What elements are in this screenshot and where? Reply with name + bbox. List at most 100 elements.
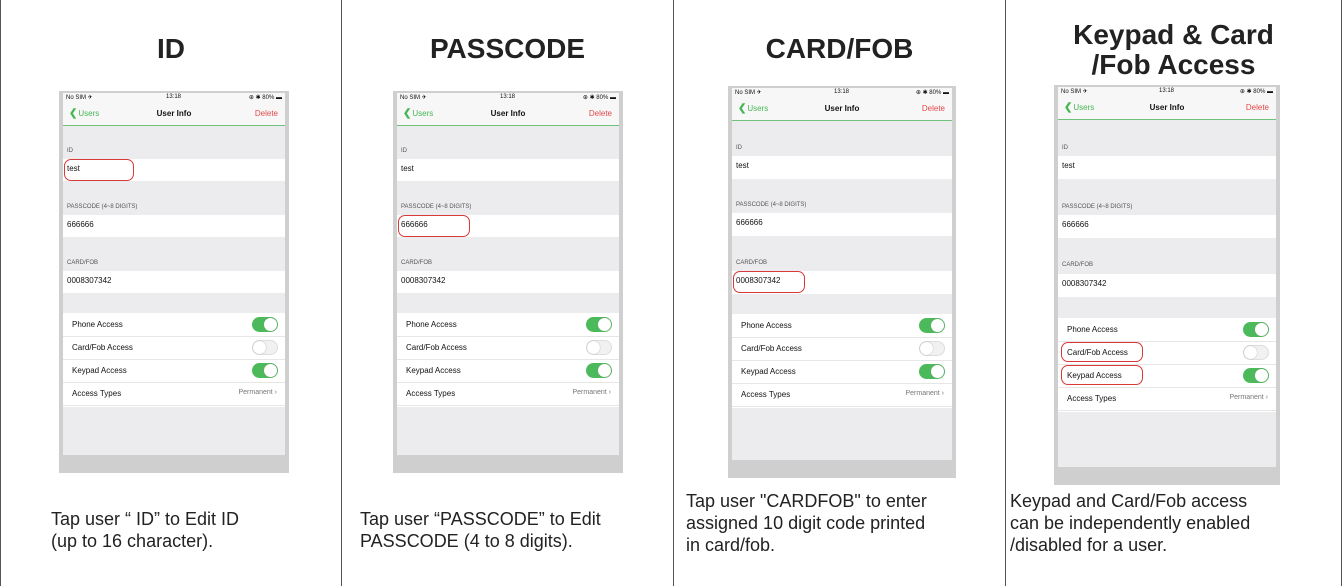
access-settings: Phone Access Card/Fob Access Keypad Access… — [63, 313, 285, 407]
phone-access-toggle[interactable] — [919, 318, 945, 333]
card-fob-access-toggle[interactable] — [1243, 345, 1269, 360]
access-settings: Phone Access Card/Fob Access Keypad Access… — [732, 314, 952, 408]
passcode-field[interactable]: 666666 — [732, 213, 952, 236]
id-header: ID — [401, 148, 407, 154]
phone-access-label: Phone Access — [1067, 325, 1118, 334]
delete-button[interactable]: Delete — [589, 109, 612, 118]
phone-screenshot: No SIM ✈ 13:18 ⊕ ✱ 80% ▬ ❮Users User Info Del… — [1058, 87, 1276, 467]
access-types-row[interactable]: Access Types Permanent › — [732, 383, 952, 407]
card-fob-access-toggle[interactable] — [919, 341, 945, 356]
access-types-value: Permanent › — [238, 389, 277, 396]
card-field[interactable]: 0008307342 — [1058, 274, 1276, 297]
panel-3: CARD/FOB No SIM ✈ 13:18 ⊕ ✱ 80% ▬ ❮Users User… — [674, 0, 1006, 586]
panel-1: ID No SIM ✈ 13:18 ⊕ ✱ 80% ▬ ❮Users User Info D… — [0, 0, 342, 586]
passcode-header: PASSCODE (4~8 DIGITS) — [1062, 204, 1133, 210]
nav-title: User Info — [1149, 103, 1185, 112]
access-types-label: Access Types — [1067, 394, 1117, 403]
permanent-label: Permanent — [905, 390, 940, 397]
card-value: 0008307342 — [401, 276, 446, 285]
toggle-knob — [931, 319, 944, 332]
id-header: ID — [67, 148, 73, 154]
phone-access-toggle[interactable] — [586, 317, 612, 332]
access-types-row[interactable]: Access Types Permanent › — [397, 382, 619, 406]
id-field[interactable]: test — [732, 156, 952, 179]
card-fob-access-row[interactable]: Card/Fob Access — [63, 336, 285, 360]
keypad-access-row[interactable]: Keypad Access — [397, 359, 619, 383]
id-field[interactable]: test — [397, 159, 619, 181]
passcode-field[interactable]: 666666 — [1058, 215, 1276, 238]
phone-access-toggle[interactable] — [252, 317, 278, 332]
card-header: CARD/FOB — [736, 260, 768, 266]
nav-bar: ❮Users User Info Delete — [1058, 97, 1276, 120]
passcode-header: PASSCODE (4~8 DIGITS) — [736, 202, 807, 208]
phone-access-row[interactable]: Phone Access — [63, 313, 285, 337]
access-types-row[interactable]: Access Types Permanent › — [63, 382, 285, 406]
battery-indicator: ⊕ ✱ 80% ▬ — [1239, 89, 1273, 95]
status-time: 13:18 — [834, 89, 850, 95]
access-types-label: Access Types — [741, 390, 791, 399]
panel-caption: Tap user “ ID” to Edit ID (up to 16 char… — [51, 509, 240, 551]
card-header: CARD/FOB — [1062, 262, 1094, 268]
card-fob-access-label: Card/Fob Access — [72, 343, 133, 352]
phone-access-row[interactable]: Phone Access — [1058, 318, 1276, 342]
highlight-outline — [398, 215, 470, 237]
card-fob-access-label: Card/Fob Access — [741, 344, 802, 353]
passcode-field[interactable]: 666666 — [63, 215, 285, 237]
keypad-access-toggle[interactable] — [1243, 368, 1269, 383]
keypad-access-toggle[interactable] — [919, 364, 945, 379]
chevron-right-icon: › — [606, 389, 611, 396]
keypad-access-toggle[interactable] — [252, 363, 278, 378]
card-fob-access-toggle[interactable] — [252, 340, 278, 355]
delete-button[interactable]: Delete — [922, 104, 945, 113]
battery-indicator: ⊕ ✱ 80% ▬ — [915, 90, 949, 96]
keypad-access-label: Keypad Access — [406, 366, 461, 375]
passcode-value: 666666 — [67, 220, 94, 229]
phone-screenshot: No SIM ✈ 13:18 ⊕ ✱ 80% ▬ ❮Users User Info Del… — [397, 93, 619, 455]
panel-caption: Tap user “PASSCODE” to Edit PASSCODE (4 … — [360, 509, 601, 551]
keypad-access-row[interactable]: Keypad Access — [63, 359, 285, 383]
phone-access-toggle[interactable] — [1243, 322, 1269, 337]
highlight-outline — [64, 159, 134, 181]
id-header: ID — [736, 145, 742, 151]
chevron-right-icon: › — [1263, 394, 1268, 401]
battery-indicator: ⊕ ✱ 80% ▬ — [248, 95, 282, 101]
phone-access-label: Phone Access — [741, 321, 792, 330]
card-fob-access-row[interactable]: Card/Fob Access — [732, 337, 952, 361]
delete-button[interactable]: Delete — [1246, 103, 1269, 112]
chevron-right-icon: › — [939, 390, 944, 397]
delete-button[interactable]: Delete — [255, 109, 278, 118]
access-types-row[interactable]: Access Types Permanent › — [1058, 387, 1276, 411]
panel-caption: Tap user "CARDFOB" to enter assigned 10 … — [686, 491, 927, 555]
keypad-access-row[interactable]: Keypad Access — [732, 360, 952, 384]
card-fob-access-row[interactable]: Card/Fob Access — [397, 336, 619, 360]
keypad-access-toggle[interactable] — [586, 363, 612, 378]
phone-access-row[interactable]: Phone Access — [397, 313, 619, 337]
panel-title: CARD/FOB — [765, 33, 914, 64]
permanent-label: Permanent — [238, 389, 273, 396]
card-field[interactable]: 0008307342 — [63, 271, 285, 293]
phone-screenshot: No SIM ✈ 13:18 ⊕ ✱ 80% ▬ ❮Users User Info Del… — [732, 88, 952, 460]
toggle-knob — [598, 318, 611, 331]
phone-screenshot: No SIM ✈ 13:18 ⊕ ✱ 80% ▬ ❮Users User Info Del… — [63, 93, 285, 455]
highlight-outline — [1061, 342, 1143, 362]
card-value: 0008307342 — [1062, 279, 1107, 288]
id-field[interactable]: test — [1058, 156, 1276, 179]
toggle-knob — [1255, 369, 1268, 382]
highlight-outline — [1061, 365, 1143, 385]
toggle-knob — [920, 342, 933, 355]
carrier-label: No SIM ✈ — [400, 95, 427, 101]
id-value: test — [1062, 161, 1075, 170]
passcode-header: PASSCODE (4~8 DIGITS) — [401, 204, 472, 210]
status-time: 13:18 — [500, 94, 516, 100]
carrier-label: No SIM ✈ — [735, 90, 762, 96]
toggle-knob — [1244, 346, 1257, 359]
panel-caption: Keypad and Card/Fob access can be indepe… — [1010, 491, 1251, 555]
card-value: 0008307342 — [67, 276, 112, 285]
toggle-knob — [264, 364, 277, 377]
nav-bar: ❮Users User Info Delete — [397, 103, 619, 126]
passcode-value: 666666 — [1062, 220, 1089, 229]
toggle-knob — [253, 341, 266, 354]
card-fob-access-toggle[interactable] — [586, 340, 612, 355]
phone-access-row[interactable]: Phone Access — [732, 314, 952, 338]
card-field[interactable]: 0008307342 — [397, 271, 619, 293]
